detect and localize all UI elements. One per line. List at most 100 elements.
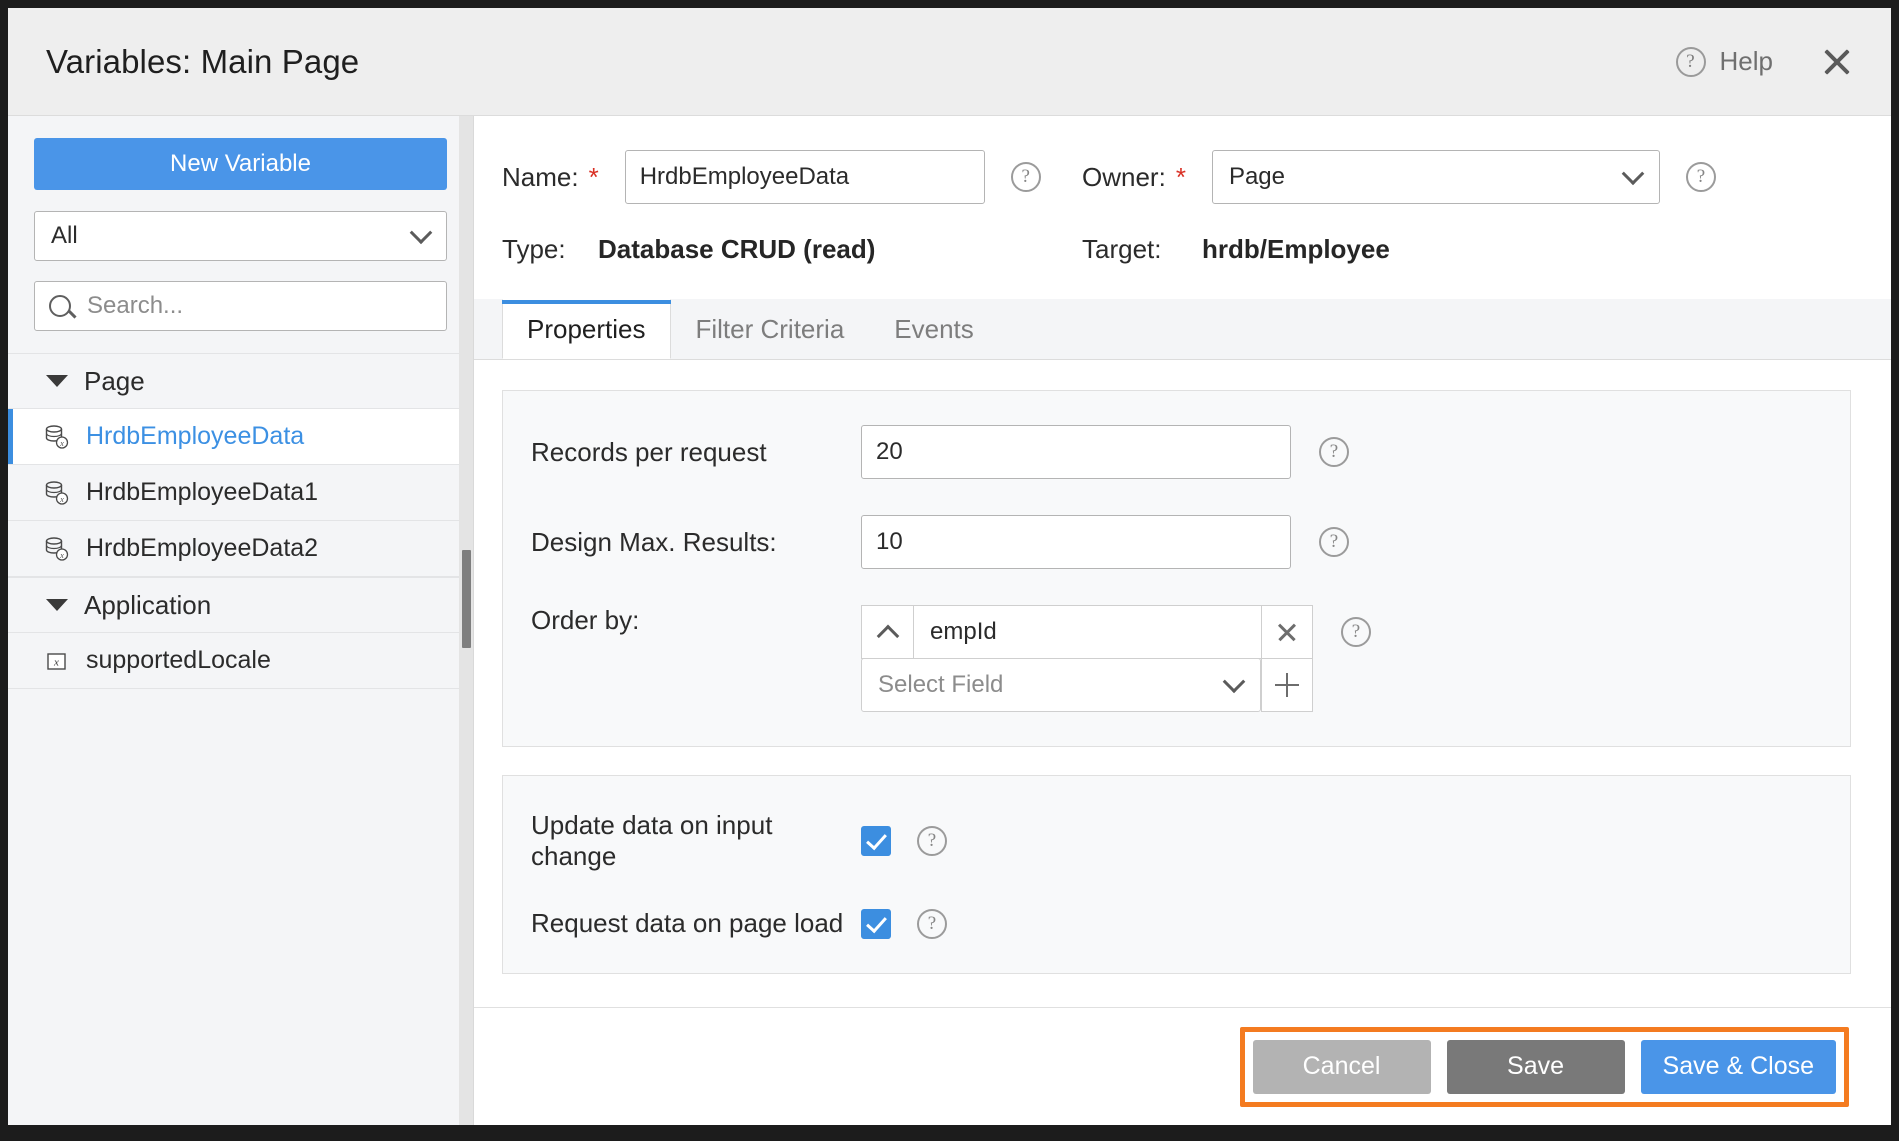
help-button[interactable]: ? Help (1675, 46, 1773, 77)
save-and-close-button[interactable]: Save & Close (1640, 1039, 1836, 1094)
question-circle-icon[interactable]: ? (917, 908, 947, 939)
owner-selected-value: Page (1228, 163, 1285, 190)
order-by-label: Order by: (531, 605, 640, 635)
question-circle-icon[interactable]: ? (1341, 617, 1371, 647)
sidebar-scrollbar[interactable] (459, 116, 473, 1125)
question-circle-icon[interactable]: ? (917, 826, 947, 856)
tree-group-application[interactable]: Application (8, 577, 473, 633)
design-max-results-row: Design Max. Results: ? (503, 515, 1850, 569)
order-by-controls: empId Select Field (861, 605, 1313, 712)
tree-item-hrdbemployeedata[interactable]: x HrdbEmployeeData (8, 409, 473, 465)
owner-label: Owner: (1082, 161, 1166, 192)
name-owner-row: Name: * ? Owner: * Page (502, 150, 1851, 204)
variable-editor-scroll: Name: * ? Owner: * Page (474, 116, 1891, 1007)
order-by-field-value[interactable]: empId (913, 605, 1261, 659)
data-behavior-panel: Update data on input change ? Request da… (502, 775, 1851, 974)
dialog-body: New Variable All Pa (8, 116, 1891, 1125)
chevron-up-icon (876, 624, 899, 648)
dialog-titlebar: Variables: Main Page ? Help (8, 8, 1891, 116)
tree-item-hrdbemployeedata2[interactable]: x HrdbEmployeeData2 (8, 521, 473, 577)
close-icon[interactable] (1815, 40, 1859, 84)
update-on-input-change-row: Update data on input change ? (503, 810, 1850, 872)
svg-text:x: x (53, 656, 59, 668)
type-target-row: Type: Database CRUD (read) Target: hrdb/… (502, 234, 1851, 265)
variables-sidebar: New Variable All Pa (8, 116, 474, 1125)
tab-properties[interactable]: Properties (502, 299, 671, 359)
tree-group-page[interactable]: Page (8, 353, 473, 409)
records-per-request-input[interactable] (861, 425, 1291, 479)
dialog-footer: Cancel Save Save & Close (474, 1007, 1891, 1125)
footer-buttons-highlight: Cancel Save Save & Close (1239, 1026, 1849, 1107)
caret-down-icon (46, 375, 68, 387)
order-by-direction-button[interactable] (861, 605, 913, 659)
properties-panel-area: Records per request ? Design Max. Result… (474, 360, 1891, 974)
svg-text:x: x (59, 439, 64, 448)
owner-field-group: Owner: * Page ? (1082, 150, 1851, 204)
variables-dialog: Variables: Main Page ? Help New Variable… (8, 8, 1891, 1125)
name-label: Name: (502, 161, 579, 192)
request-on-page-load-checkbox[interactable] (861, 908, 891, 939)
order-by-add-button[interactable] (1261, 658, 1313, 712)
query-settings-panel: Records per request ? Design Max. Result… (502, 390, 1851, 747)
sidebar-scrollbar-thumb[interactable] (462, 550, 471, 648)
variable-filter-select-wrap: All (34, 211, 447, 261)
variable-header-form: Name: * ? Owner: * Page (474, 116, 1891, 265)
question-circle-icon: ? (1675, 46, 1706, 77)
order-by-field-select[interactable]: Select Field (861, 658, 1261, 712)
screen: Variables: Main Page ? Help New Variable… (0, 0, 1899, 1141)
sidebar-controls: New Variable All (8, 116, 473, 331)
question-circle-icon[interactable]: ? (1010, 162, 1041, 192)
expression-variable-icon: x (44, 648, 70, 674)
database-variable-icon: x (44, 480, 70, 506)
name-field-group: Name: * ? (502, 150, 1082, 204)
target-field-group: Target: hrdb/Employee (1082, 234, 1851, 265)
tree-item-label: HrdbEmployeeData2 (86, 534, 319, 562)
editor-tabs: Properties Filter Criteria Events (474, 299, 1891, 360)
database-variable-icon: x (44, 536, 70, 562)
design-max-results-input[interactable] (861, 515, 1291, 569)
order-by-field-placeholder: Select Field (878, 671, 1004, 698)
help-label: Help (1719, 46, 1773, 76)
chevron-down-icon (1621, 162, 1645, 186)
owner-required-mark: * (1175, 161, 1186, 192)
order-by-row: Order by: empId Select Field ? (503, 605, 1850, 712)
tree-group-label: Application (84, 589, 212, 620)
cancel-button[interactable]: Cancel (1252, 1039, 1431, 1094)
save-button[interactable]: Save (1446, 1039, 1625, 1094)
update-on-input-change-checkbox[interactable] (861, 826, 891, 856)
new-variable-button[interactable]: New Variable (34, 138, 447, 190)
chevron-down-icon (1222, 670, 1246, 694)
search-input[interactable] (87, 292, 397, 320)
request-on-page-load-row: Request data on page load ? (503, 908, 1850, 939)
tree-item-label: HrdbEmployeeData (86, 422, 305, 450)
tree-item-supportedlocale[interactable]: x supportedLocale (8, 633, 473, 689)
request-on-page-load-label: Request data on page load (531, 908, 844, 938)
tree-item-label: HrdbEmployeeData1 (86, 478, 319, 506)
variable-editor: Name: * ? Owner: * Page (474, 116, 1891, 1125)
svg-text:x: x (59, 495, 64, 504)
tree-group-label: Page (84, 365, 145, 396)
question-circle-icon[interactable]: ? (1685, 162, 1716, 192)
order-by-remove-button[interactable] (1261, 605, 1313, 659)
variable-filter-value: All (51, 222, 78, 249)
search-box[interactable] (34, 281, 447, 331)
dialog-title: Variables: Main Page (46, 42, 360, 80)
tab-filter-criteria[interactable]: Filter Criteria (670, 299, 870, 359)
type-value: Database CRUD (read) (598, 234, 876, 264)
tree-item-hrdbemployeedata1[interactable]: x HrdbEmployeeData1 (8, 465, 473, 521)
name-required-mark: * (588, 161, 599, 192)
search-icon (49, 295, 71, 317)
order-by-new-entry: Select Field (861, 658, 1313, 712)
records-per-request-row: Records per request ? (503, 425, 1850, 479)
variable-filter-select[interactable]: All (34, 211, 447, 261)
target-label: Target: (1082, 234, 1162, 264)
question-circle-icon[interactable]: ? (1319, 527, 1349, 557)
tab-events[interactable]: Events (869, 299, 999, 359)
caret-down-icon (46, 599, 68, 611)
svg-text:x: x (59, 551, 64, 560)
owner-select[interactable]: Page (1211, 150, 1660, 204)
design-max-results-label: Design Max. Results: (531, 526, 777, 557)
order-by-existing-entry: empId (861, 605, 1313, 659)
name-input[interactable] (624, 150, 985, 204)
question-circle-icon[interactable]: ? (1319, 437, 1349, 467)
